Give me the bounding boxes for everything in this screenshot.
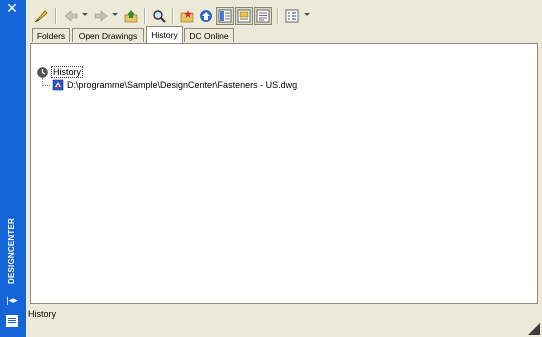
load-icon[interactable] bbox=[32, 7, 50, 25]
toolbar bbox=[26, 0, 542, 28]
toolbar-separator bbox=[55, 8, 57, 24]
tab-history[interactable]: History bbox=[146, 26, 183, 43]
views-icon[interactable] bbox=[283, 7, 301, 25]
search-icon[interactable] bbox=[150, 7, 168, 25]
close-icon[interactable]: ✕ bbox=[4, 1, 20, 17]
description-icon[interactable] bbox=[254, 7, 272, 25]
home-icon[interactable] bbox=[197, 7, 215, 25]
status-text: History bbox=[28, 309, 57, 319]
tab-open-drawings[interactable]: Open Drawings bbox=[72, 28, 144, 42]
preview-icon[interactable] bbox=[235, 7, 253, 25]
tree-connector bbox=[42, 85, 50, 86]
forward-icon[interactable] bbox=[92, 7, 110, 25]
tree-node-history[interactable]: History bbox=[37, 66, 84, 78]
toolbar-separator bbox=[172, 8, 174, 24]
views-dropdown-icon[interactable] bbox=[304, 13, 310, 16]
palette-title: DESIGNCENTER bbox=[7, 218, 16, 284]
tree-toggle-icon[interactable] bbox=[216, 7, 234, 25]
tree-node-label: D:\programme\Sample\DesignCenter\Fastene… bbox=[67, 80, 298, 90]
drawing-file-icon bbox=[52, 79, 64, 91]
favorites-icon[interactable] bbox=[178, 7, 196, 25]
tab-folders[interactable]: Folders bbox=[32, 28, 70, 42]
back-dropdown-icon[interactable] bbox=[82, 13, 88, 16]
tab-dc-online[interactable]: DC Online bbox=[184, 28, 234, 42]
status-bar bbox=[26, 322, 542, 337]
palette-title-bar[interactable]: ✕ DESIGNCENTER |◂▸ bbox=[0, 0, 26, 337]
tree-node-drawing[interactable]: D:\programme\Sample\DesignCenter\Fastene… bbox=[52, 79, 297, 91]
resize-grip-icon[interactable] bbox=[528, 323, 540, 335]
toolbar-separator bbox=[144, 8, 146, 24]
back-icon[interactable] bbox=[62, 7, 80, 25]
tree-node-label: History bbox=[51, 66, 84, 78]
designcenter-panel: Folders Open Drawings History DC Online … bbox=[26, 0, 542, 337]
history-icon bbox=[37, 66, 48, 78]
history-tree-view[interactable]: History D:\programme\Sample\DesignCenter… bbox=[30, 43, 538, 304]
up-icon[interactable] bbox=[122, 7, 140, 25]
toolbar-separator bbox=[277, 8, 279, 24]
auto-hide-icon[interactable]: |◂▸ bbox=[4, 294, 20, 306]
properties-icon[interactable] bbox=[6, 315, 18, 327]
forward-dropdown-icon[interactable] bbox=[112, 13, 118, 16]
